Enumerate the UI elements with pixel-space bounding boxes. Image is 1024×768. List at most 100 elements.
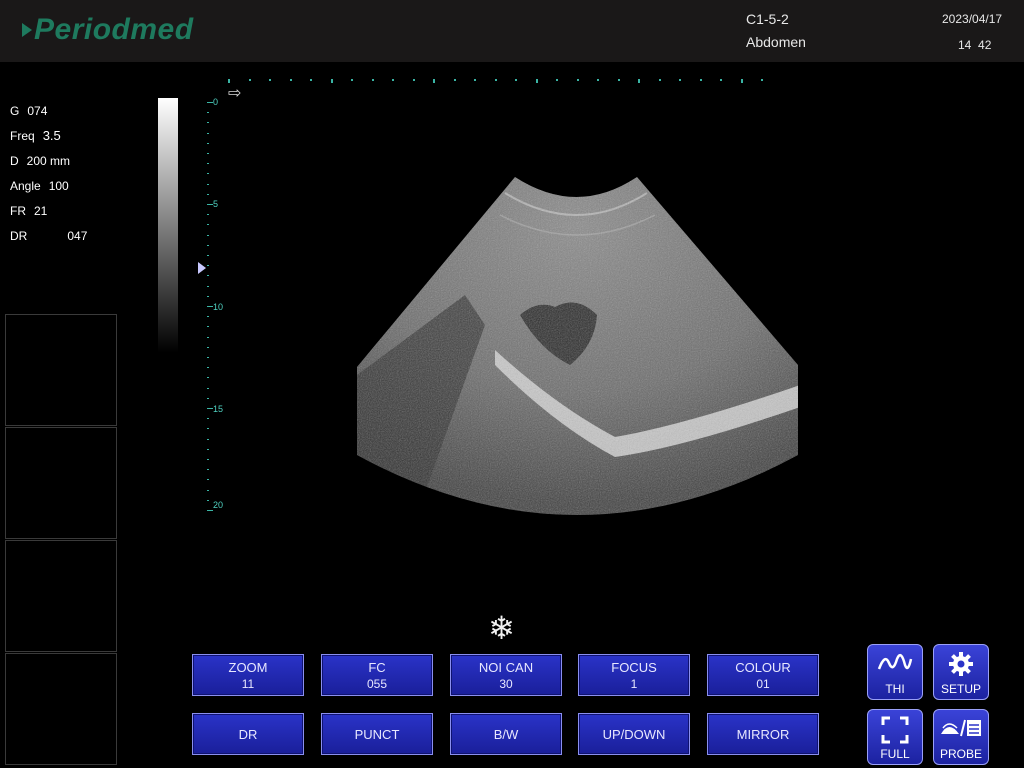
- time-display: 14 42: [958, 38, 992, 52]
- ruler-tick: [207, 122, 209, 124]
- ruler-tick: [207, 397, 209, 399]
- ruler-tick: [392, 79, 394, 81]
- ruler-tick: [207, 224, 209, 226]
- ruler-tick: [351, 79, 353, 81]
- ruler-tick: [207, 255, 209, 256]
- exam-preset: Abdomen: [746, 34, 806, 50]
- ruler-tick: [207, 408, 213, 409]
- ruler-tick: [207, 193, 209, 195]
- wave-icon: [877, 653, 913, 670]
- depth-label: 0: [213, 97, 219, 107]
- thumbnail-slot-1[interactable]: [5, 314, 117, 426]
- ruler-tick: [597, 79, 599, 81]
- ruler-tick: [207, 142, 209, 144]
- full-screen-button[interactable]: FULL: [867, 709, 923, 765]
- fullscreen-icon: [881, 716, 909, 744]
- ruler-tick: [207, 285, 209, 287]
- param-frequency: Freq 3.5: [10, 128, 61, 143]
- ruler-tick: [207, 377, 209, 379]
- ruler-tick: [207, 306, 213, 307]
- ruler-tick: [638, 79, 640, 83]
- ruler-tick: [269, 79, 271, 81]
- thumbnail-slot-2[interactable]: [5, 427, 117, 539]
- fc-button[interactable]: FC 055: [321, 654, 433, 696]
- ruler-tick: [433, 79, 435, 83]
- ruler-tick: [207, 244, 209, 246]
- ruler-tick: [207, 316, 209, 318]
- thi-button[interactable]: THI: [867, 644, 923, 700]
- ruler-tick: [207, 448, 209, 450]
- ruler-tick: [207, 153, 209, 154]
- ruler-tick: [207, 438, 209, 440]
- setup-button[interactable]: SETUP: [933, 644, 989, 700]
- ruler-tick: [617, 79, 620, 81]
- ruler-tick: [515, 79, 517, 81]
- depth-label: 20: [213, 500, 224, 510]
- ultrasound-image[interactable]: [355, 175, 800, 520]
- ruler-tick: [658, 79, 661, 81]
- depth-label: 15: [213, 404, 224, 414]
- ruler-tick: [207, 173, 209, 175]
- ruler-tick: [207, 326, 209, 328]
- snowflake-icon: ❄: [488, 610, 515, 646]
- depth-label: 10: [213, 302, 224, 312]
- ruler-tick: [556, 79, 558, 81]
- up-down-button[interactable]: UP/DOWN: [578, 713, 690, 755]
- ruler-tick: [207, 336, 209, 338]
- puncture-button[interactable]: PUNCT: [321, 713, 433, 755]
- ruler-tick: [679, 79, 681, 81]
- arrow-right-icon: ⇨: [228, 85, 242, 102]
- ruler-tick: [310, 79, 312, 81]
- noise-cancel-button[interactable]: NOI CAN 30: [450, 654, 562, 696]
- ruler-tick: [289, 79, 292, 81]
- ruler-tick: [412, 79, 415, 81]
- thumbnail-slot-4[interactable]: [5, 653, 117, 765]
- bw-button[interactable]: B/W: [450, 713, 562, 755]
- ruler-tick: [207, 479, 209, 481]
- mirror-button[interactable]: MIRROR: [707, 713, 819, 755]
- header-bar: Periodmed C1-5-2 Abdomen 2023/04/17 14 4…: [0, 0, 1024, 62]
- ruler-tick: [207, 346, 209, 348]
- focus-button[interactable]: FOCUS 1: [578, 654, 690, 696]
- ruler-tick: [207, 499, 209, 501]
- ruler-tick: [740, 79, 743, 83]
- ruler-tick: [207, 234, 209, 236]
- ruler-tick: [207, 204, 213, 205]
- ruler-tick: [474, 79, 476, 81]
- imaging-parameters: G 074 Freq 3.5 D 200 mm Angle 100 FR 21 DR 047: [10, 98, 87, 248]
- ruler-tick: [207, 428, 209, 430]
- ruler-tick: [207, 367, 209, 369]
- probe-button[interactable]: PROBE: [933, 709, 989, 765]
- ruler-tick: [207, 183, 209, 185]
- ruler-tick: [207, 163, 209, 165]
- param-frame-rate: FR 21: [10, 203, 48, 218]
- brand-name: Periodmed: [34, 13, 194, 46]
- dr-button[interactable]: DR: [192, 713, 304, 755]
- ruler-tick: [207, 132, 209, 134]
- ruler-tick: [207, 469, 209, 471]
- colour-button[interactable]: COLOUR 01: [707, 654, 819, 696]
- ruler-tick: [207, 275, 209, 277]
- logo-mark-icon: [22, 23, 32, 37]
- brand-logo: Periodmed: [22, 12, 194, 48]
- date-display: 2023/04/17: [942, 12, 1003, 26]
- ruler-tick: [207, 265, 209, 267]
- thumbnail-slot-3[interactable]: [5, 540, 117, 652]
- ruler-tick: [699, 79, 702, 81]
- ruler-tick: [761, 79, 763, 81]
- param-gain: G 074: [10, 103, 48, 118]
- gear-icon: [949, 652, 973, 676]
- depth-label: 5: [213, 199, 219, 209]
- zoom-button[interactable]: ZOOM 11: [192, 654, 304, 696]
- ruler-tick: [371, 79, 374, 81]
- ruler-tick: [207, 102, 213, 103]
- ruler-tick: [494, 79, 497, 81]
- ruler-tick: [207, 418, 209, 420]
- ruler-tick: [535, 79, 538, 83]
- param-dynamic-range: DR 047: [10, 228, 88, 243]
- ruler-tick: [720, 79, 722, 81]
- ruler-tick: [207, 510, 213, 511]
- ruler-tick: [207, 489, 209, 491]
- ruler-tick: [576, 79, 579, 81]
- ruler-tick: [207, 357, 209, 358]
